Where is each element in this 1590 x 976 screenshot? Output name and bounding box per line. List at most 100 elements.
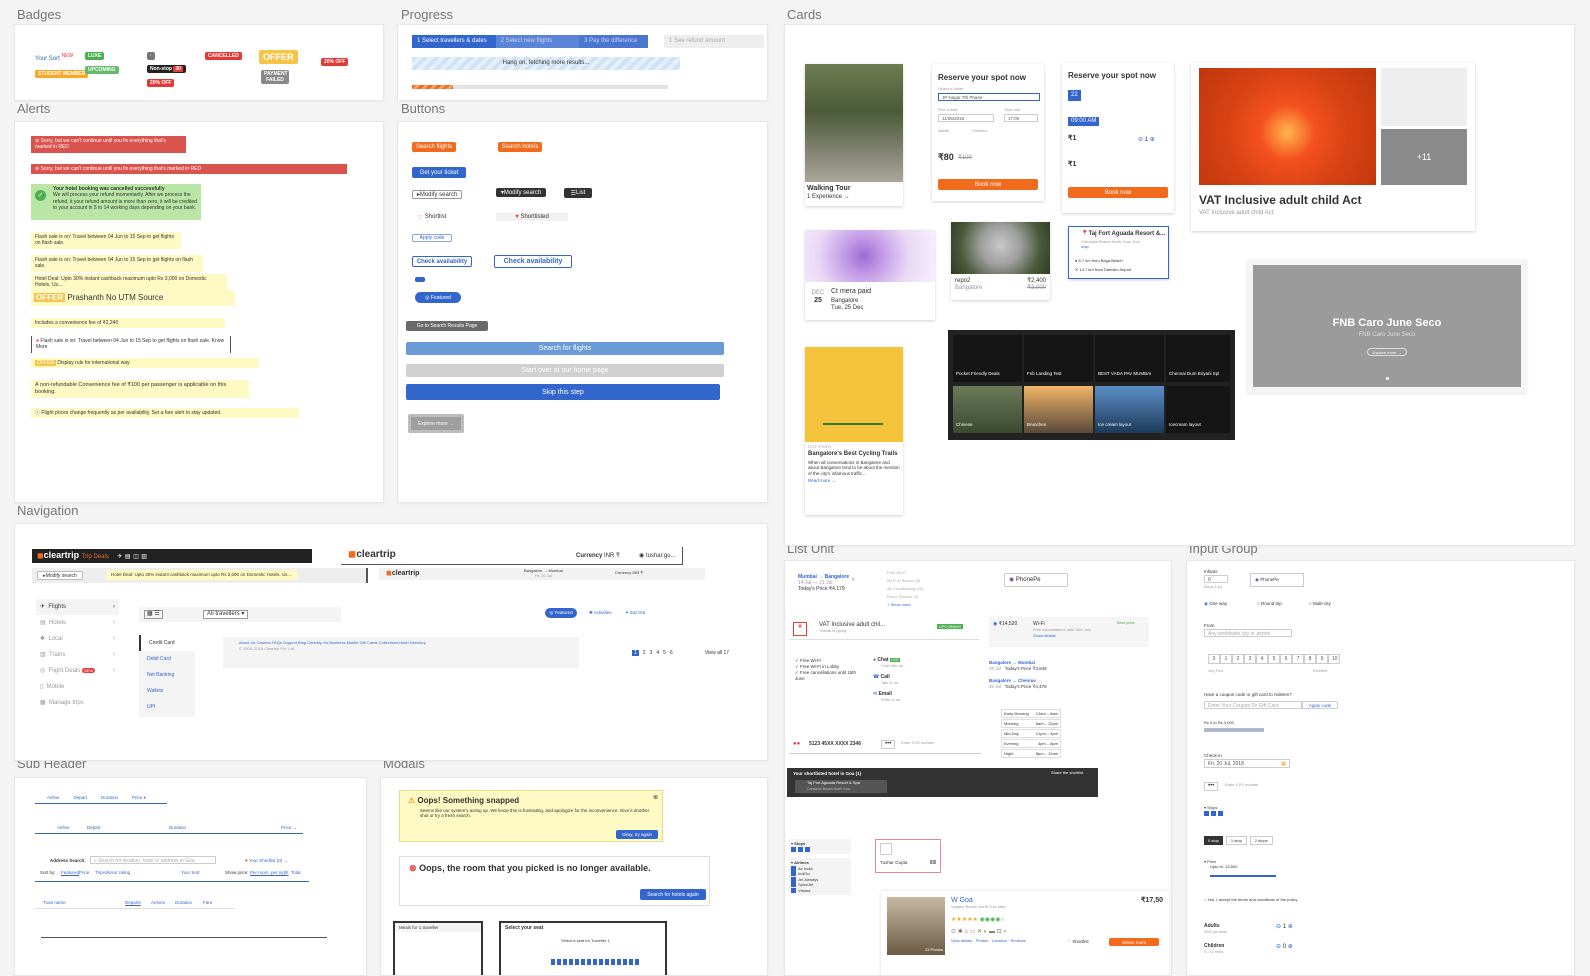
try-again-button[interactable]: Okay, try again	[616, 830, 658, 839]
select-room-button[interactable]: Select room	[1109, 938, 1159, 946]
cvv-input[interactable]: Enter CVV number	[1225, 782, 1259, 788]
page-2[interactable]: 2	[643, 650, 646, 656]
tab-eat-out[interactable]: ✦ Eat Out	[625, 610, 645, 615]
fnb-card[interactable]: FNB Caro June Seco FNB Caro June Seco Ex…	[1247, 259, 1527, 393]
page-4[interactable]: 4	[656, 650, 659, 656]
day-chip[interactable]: 22	[1068, 90, 1081, 102]
per-room-option[interactable]: Per room, per night	[250, 870, 289, 875]
more-icon[interactable]: •••	[881, 740, 896, 750]
hotel-listing[interactable]: 23 Photos W Goa Vagator Beach North Goa …	[881, 891, 1169, 975]
grid-tile-8[interactable]: Icecream layout	[1166, 386, 1230, 433]
sort-airline[interactable]: Airline	[47, 795, 60, 803]
sidebar-item-local[interactable]: ✱ Local ›	[36, 631, 119, 647]
page-6[interactable]: 6	[670, 650, 673, 656]
payment-wallets[interactable]: Wallets	[139, 683, 195, 699]
sort-departs[interactable]: Departs	[125, 900, 141, 905]
sidebar-item-flight-deals[interactable]: ◎ Flight Deals NEW ›	[36, 663, 119, 679]
fare-option[interactable]: ◉ ₹14,520 Wi-Fi Free cancellations until…	[989, 617, 1149, 647]
rating-7[interactable]: 7	[1292, 654, 1304, 664]
show-details-link[interactable]: Show details	[1033, 633, 1056, 639]
grid-tile-7[interactable]: Ice cream layout	[1095, 386, 1164, 433]
children-stepper[interactable]: ⊖ 0 ⊕	[1276, 944, 1293, 951]
apply-code-button[interactable]: Apply code	[412, 234, 452, 242]
grid-tile-3[interactable]: BEST VADA PAV MUMBAI	[1095, 335, 1164, 382]
currency-select[interactable]: Currency INR ₹	[576, 553, 620, 560]
payment-upi[interactable]: UPI	[139, 699, 195, 715]
sidebar-item-flights[interactable]: ✈ Flights ›	[36, 599, 119, 615]
search-hotels-again-button[interactable]: Search for hotels again	[640, 889, 706, 900]
address-input[interactable]: ⌕ Search for location, hotel or address …	[90, 856, 216, 864]
grid-tile-4[interactable]: Chennai Dum Biryani Spl	[1166, 335, 1230, 382]
payment-net-banking[interactable]: Net Banking	[139, 667, 195, 683]
infants-select[interactable]: 0	[1204, 575, 1228, 583]
coupon-input[interactable]: Enter Your Coupon Or Gift Card	[1204, 701, 1302, 709]
share-link[interactable]: Share the shortlist	[1051, 770, 1083, 776]
sort-featured[interactable]: Featured	[61, 870, 79, 875]
phonepe-option[interactable]: ◉ PhonePe	[1004, 573, 1068, 587]
rating-5[interactable]: 5	[1268, 654, 1280, 664]
sort-price[interactable]: Price	[79, 870, 89, 875]
close-icon[interactable]: ⊗	[653, 794, 658, 801]
shortlist-button[interactable]: ♡ Shortlist	[412, 213, 452, 221]
call-option[interactable]: ☎ Call Talk to us	[873, 674, 955, 691]
book-now-button[interactable]: Book now	[938, 179, 1038, 190]
time-option[interactable]: Mid-Day 12pm – 4pm	[1001, 729, 1061, 738]
fnb-explore-button[interactable]: Explore more →	[1367, 348, 1407, 356]
route-item[interactable]: Mumbai → Bangalore 14 Jul — 21 Jul Today's…	[798, 574, 849, 592]
stops-filter[interactable]: ▾ Stops	[789, 839, 851, 854]
grid-tile-1[interactable]: Pocket Friendly Deals	[953, 335, 1022, 382]
all-travellers-select[interactable]: All travellers ▾	[203, 610, 249, 620]
shortlisted-hotel[interactable]: Taj Fort Aguada Resort & Spa Candolim Be…	[795, 780, 887, 793]
tiny-blue-button[interactable]	[415, 277, 425, 282]
hotel-map-link[interactable]: map	[1081, 244, 1089, 250]
trip-deals-link[interactable]: Trip Deals	[82, 554, 109, 560]
seg-1-stop[interactable]: 1 stop	[1225, 836, 1247, 845]
sort-duration[interactable]: Duration	[175, 900, 192, 905]
chevron-right-icon[interactable]: ›	[852, 577, 854, 584]
flight-icon[interactable]: ✈	[117, 554, 122, 560]
price-slider[interactable]	[1210, 875, 1276, 877]
book-now-button[interactable]: Book now	[1068, 187, 1168, 198]
rating-8[interactable]: 8	[1304, 654, 1316, 664]
grid-list-toggle[interactable]: ▦ ☰	[144, 610, 163, 620]
tab-featured[interactable]: ◎ Featured	[545, 608, 577, 618]
seg-0-stop[interactable]: 0 stop	[1204, 836, 1223, 845]
carousel-dot[interactable]	[1386, 377, 1389, 380]
shortlist-button[interactable]: ♡ Shortlist	[1067, 939, 1089, 944]
footer-links[interactable]: About Us Careers FAQs Support Blog Clear…	[223, 637, 579, 646]
time-option[interactable]: Evening 4pm – 8pm	[1001, 739, 1061, 748]
phonepe-option[interactable]: ◉ PhonePe	[1250, 573, 1304, 587]
sidebar-item-trains[interactable]: ▥ Trains ›	[36, 647, 119, 663]
email-option[interactable]: ✉ Email Write to us	[873, 691, 955, 708]
time-chip[interactable]: 09:00 AM	[1068, 117, 1100, 127]
explore-more-button[interactable]: Explore more →	[408, 414, 464, 433]
search-flights-button[interactable]: Search flights	[412, 142, 456, 152]
rating-4[interactable]: 4	[1256, 654, 1268, 664]
show-more-link[interactable]: + Show more	[887, 601, 953, 609]
grid-tile-2[interactable]: Fnb Landing Test	[1024, 335, 1093, 382]
sidebar-item-hotels[interactable]: ▤ Hotels ›	[36, 615, 119, 631]
shortlist-link[interactable]: ♥ Your Shortlist (0) →	[245, 858, 288, 863]
chat-option[interactable]: ● Chat LIVE Chat with us	[873, 657, 955, 674]
check-availability-large-button[interactable]: Check availability	[494, 255, 572, 268]
go-results-button[interactable]: Go to Search Results Page	[406, 321, 488, 331]
rating-3[interactable]: 3	[1244, 654, 1256, 664]
page-1[interactable]: 1	[632, 650, 639, 656]
sort-duration[interactable]: Duration	[169, 825, 186, 830]
airline-option[interactable]: Vistara	[791, 888, 849, 894]
modify-search-button[interactable]: ▸ Modify search	[412, 190, 462, 199]
checkin-input[interactable]: Fri, 20 Jul, 2018 ▦	[1204, 759, 1290, 768]
radio-multi-city[interactable]: ○ Multi-city	[1309, 601, 1331, 606]
hotel-icon[interactable]: ▤	[125, 554, 131, 560]
page-5[interactable]: 5	[663, 650, 666, 656]
seat-map[interactable]	[551, 959, 641, 965]
adults-stepper[interactable]: ⊖ 1 ⊕	[1276, 924, 1293, 931]
radio-round-trip[interactable]: ○ Round trip	[1257, 601, 1282, 606]
apply-code-button[interactable]: Apply code	[1302, 701, 1338, 709]
grid-tile-5[interactable]: Chinese	[953, 386, 1022, 433]
from-input[interactable]: Any worldwide city or airport	[1204, 629, 1292, 637]
walking-tour-card[interactable]: Walking Tour 1 Experience →	[805, 64, 903, 206]
time-option[interactable]: Early Morning 12am – 8am	[1001, 709, 1061, 718]
radio-one-way[interactable]: ◉ One way	[1204, 601, 1227, 606]
featured-pill-button[interactable]: ◎ Featured	[415, 292, 461, 303]
